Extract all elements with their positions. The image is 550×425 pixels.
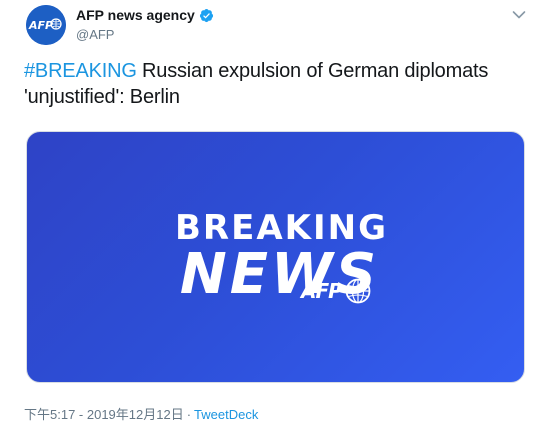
news-headline: NEWS [179,242,380,307]
media-image-card[interactable]: BREAKING NEWS AFP [26,131,525,383]
tweet-footer: 下午5:17 - 2019年12月12日 · TweetDeck [24,404,258,423]
hashtag-link[interactable]: #BREAKING [24,60,137,82]
author-handle[interactable]: @AFP [76,27,114,42]
author-name-row: AFP news agency [76,7,214,23]
afp-logo: AFP [301,278,371,304]
afp-avatar-logo: AFP [26,5,66,45]
tweet-source-link[interactable]: TweetDeck [194,407,258,422]
tweet-text: #BREAKING Russian expulsion of German di… [24,58,524,110]
chevron-down-icon[interactable] [512,10,526,20]
globe-icon [345,278,371,304]
avatar-label: AFP [28,19,53,32]
afp-logo-text: AFP [301,279,343,303]
avatar[interactable]: AFP [26,5,66,45]
verified-badge-icon [199,8,213,22]
tweet: AFP AFP news agency @AFP #BREAKING Russi… [0,0,550,425]
author-display-name[interactable]: AFP news agency [76,7,195,23]
tweet-timestamp[interactable]: 下午5:17 - 2019年12月12日 [24,407,184,422]
footer-separator: · [186,407,192,422]
